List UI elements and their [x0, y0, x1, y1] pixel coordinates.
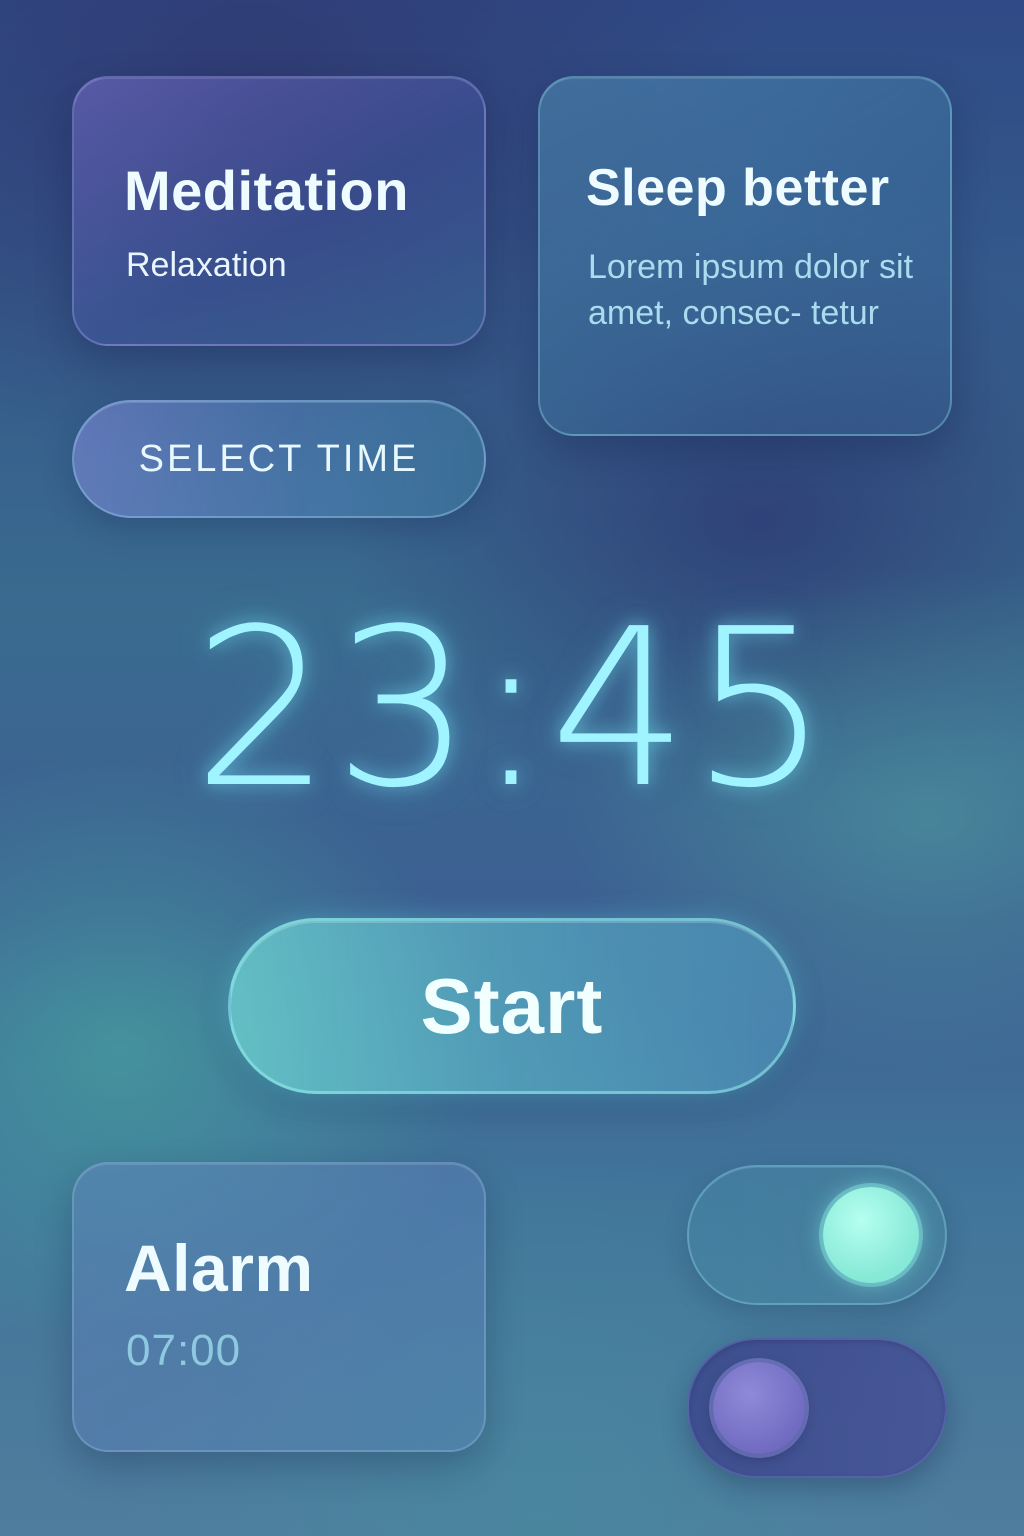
alarm-time: 07:00 [126, 1326, 242, 1375]
start-button[interactable]: Start [228, 918, 796, 1094]
sleep-better-description: Lorem ipsum dolor sit amet, consec- tetu… [588, 248, 914, 332]
alarm-title: Alarm [124, 1231, 314, 1305]
meditation-title: Meditation [124, 159, 409, 222]
alarm-card[interactable]: Alarm 07:00 [72, 1162, 486, 1452]
meditation-subtitle: Relaxation [126, 246, 287, 284]
start-label: Start [420, 961, 604, 1050]
select-time-label: SELECT TIME [138, 437, 420, 480]
toggle-knob [713, 1362, 805, 1454]
sleep-better-card[interactable]: Sleep better Lorem ipsum dolor sit amet,… [538, 76, 952, 436]
meditation-card[interactable]: Meditation Relaxation [72, 76, 486, 346]
select-time-button[interactable]: SELECT TIME [72, 400, 486, 518]
toggle-knob [823, 1187, 919, 1283]
toggle-switch-on[interactable] [687, 1165, 947, 1305]
clock-display: 23:45 [192, 583, 832, 836]
sleep-better-title: Sleep better [586, 159, 890, 217]
toggle-switch-off[interactable] [687, 1338, 947, 1478]
